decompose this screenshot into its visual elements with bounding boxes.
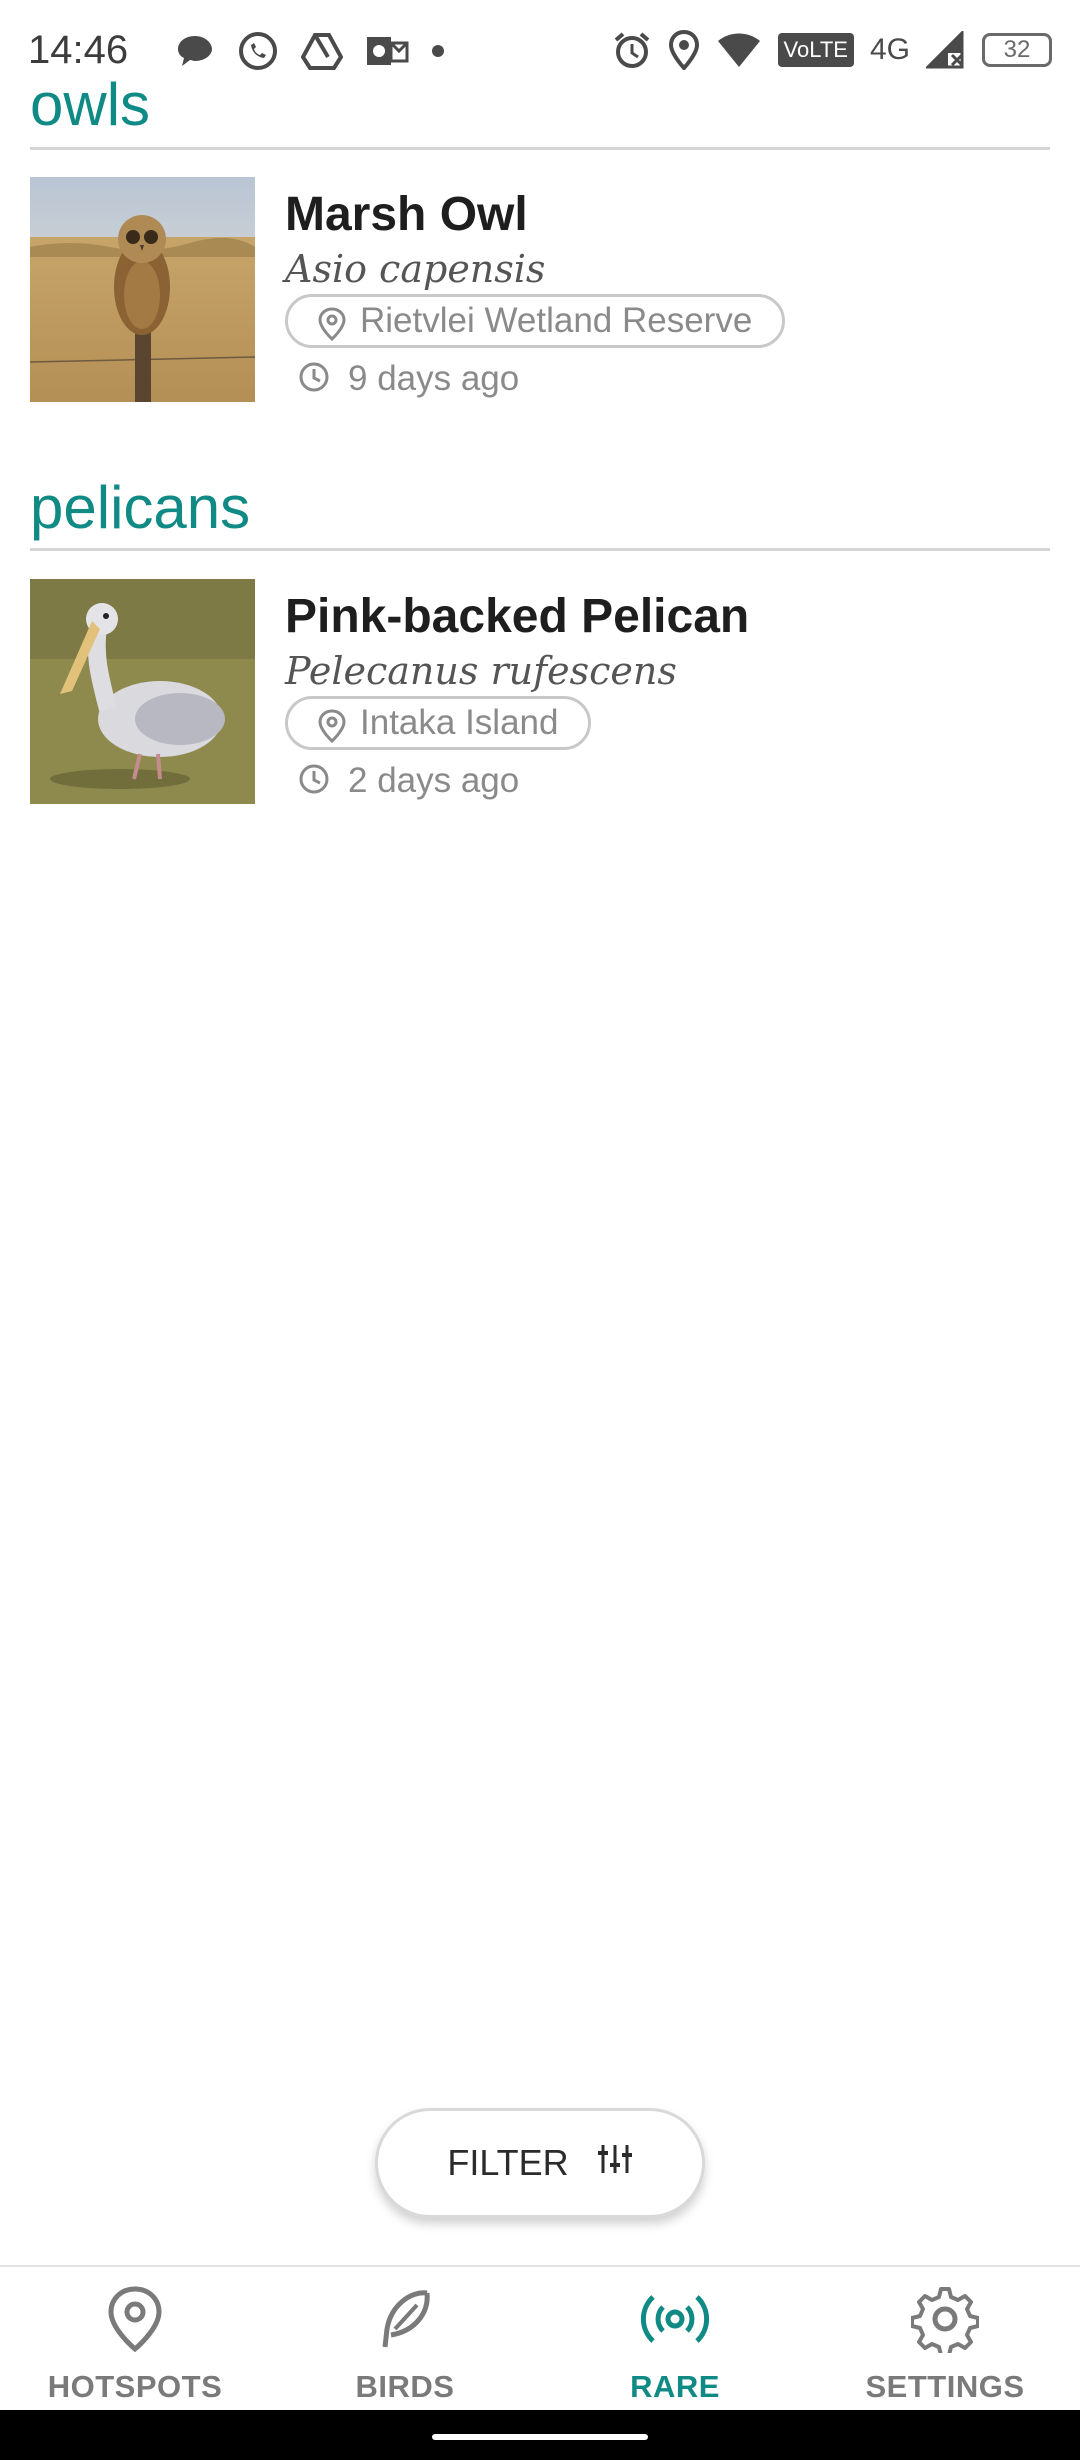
alarm-icon [612, 30, 652, 70]
broadcast-icon [640, 2285, 710, 2358]
system-icons: VoLTE 4G 32 [612, 30, 1052, 70]
nav-label: BIRDS [355, 2369, 455, 2404]
feather-icon [373, 2285, 437, 2358]
filter-label: FILTER [447, 2142, 569, 2183]
section-owls: owls Marsh Owl Asio capensis Rietvlei We… [30, 71, 1050, 402]
bird-name: Pink-backed Pelican [285, 590, 750, 643]
section-divider [30, 147, 1050, 150]
clock-icon [298, 763, 330, 804]
map-pin-icon [105, 2285, 165, 2358]
section-divider [30, 548, 1050, 551]
location-label: Intaka Island [360, 703, 559, 742]
volte-indicator: VoLTE [777, 33, 854, 67]
time-label: 9 days ago [348, 359, 520, 398]
list-item[interactable]: Pink-backed Pelican Pelecanus rufescens … [30, 579, 1050, 804]
notification-icons [175, 30, 445, 72]
outlook-icon [365, 33, 409, 69]
sighting-time: 2 days ago [299, 761, 520, 801]
nav-settings[interactable]: SETTINGS [810, 2267, 1080, 2412]
gesture-navigation-bar [0, 2410, 1080, 2460]
nav-birds[interactable]: BIRDS [270, 2267, 540, 2412]
network-type: 4G [869, 33, 910, 66]
location-chip[interactable]: Rietvlei Wetland Reserve [285, 294, 786, 350]
sliders-icon [597, 2142, 633, 2184]
drive-icon [301, 32, 343, 70]
location-chip[interactable]: Intaka Island [285, 696, 592, 752]
section-pelicans: pelicans Pink-backed Pelican Pelecanus r… [30, 474, 1050, 804]
dot-icon [431, 44, 445, 58]
scientific-name: Asio capensis [285, 247, 546, 291]
battery-icon: 32 [982, 33, 1052, 67]
bird-photo [30, 177, 255, 402]
home-handle[interactable] [432, 2434, 648, 2440]
sighting-time: 9 days ago [299, 359, 520, 399]
section-title: owls [30, 71, 151, 138]
status-time: 14:46 [28, 28, 129, 72]
bottom-navigation: HOTSPOTS BIRDS RARE SETTINGS [0, 2265, 1080, 2412]
chat-bubble-icon [175, 33, 215, 69]
bird-name: Marsh Owl [285, 188, 528, 241]
map-pin-icon [318, 709, 346, 752]
section-title: pelicans [30, 474, 251, 541]
location-label: Rietvlei Wetland Reserve [360, 301, 753, 340]
whatsapp-icon [237, 30, 279, 72]
nav-rare[interactable]: RARE [540, 2267, 810, 2412]
wifi-icon [716, 31, 762, 69]
scientific-name: Pelecanus rufescens [285, 649, 677, 693]
filter-button[interactable]: FILTER [375, 2108, 705, 2218]
battery-level: 32 [1003, 36, 1031, 63]
nav-hotspots[interactable]: HOTSPOTS [0, 2267, 270, 2412]
location-icon [668, 30, 700, 70]
nav-label: HOTSPOTS [47, 2369, 223, 2404]
clock-icon [298, 361, 330, 402]
map-pin-icon [318, 307, 346, 350]
signal-icon [926, 31, 966, 69]
nav-label: RARE [630, 2369, 720, 2404]
time-label: 2 days ago [348, 761, 520, 800]
nav-label: SETTINGS [865, 2369, 1025, 2404]
gear-icon [910, 2285, 980, 2358]
bird-photo [30, 579, 255, 804]
list-item[interactable]: Marsh Owl Asio capensis Rietvlei Wetland… [30, 177, 1050, 402]
